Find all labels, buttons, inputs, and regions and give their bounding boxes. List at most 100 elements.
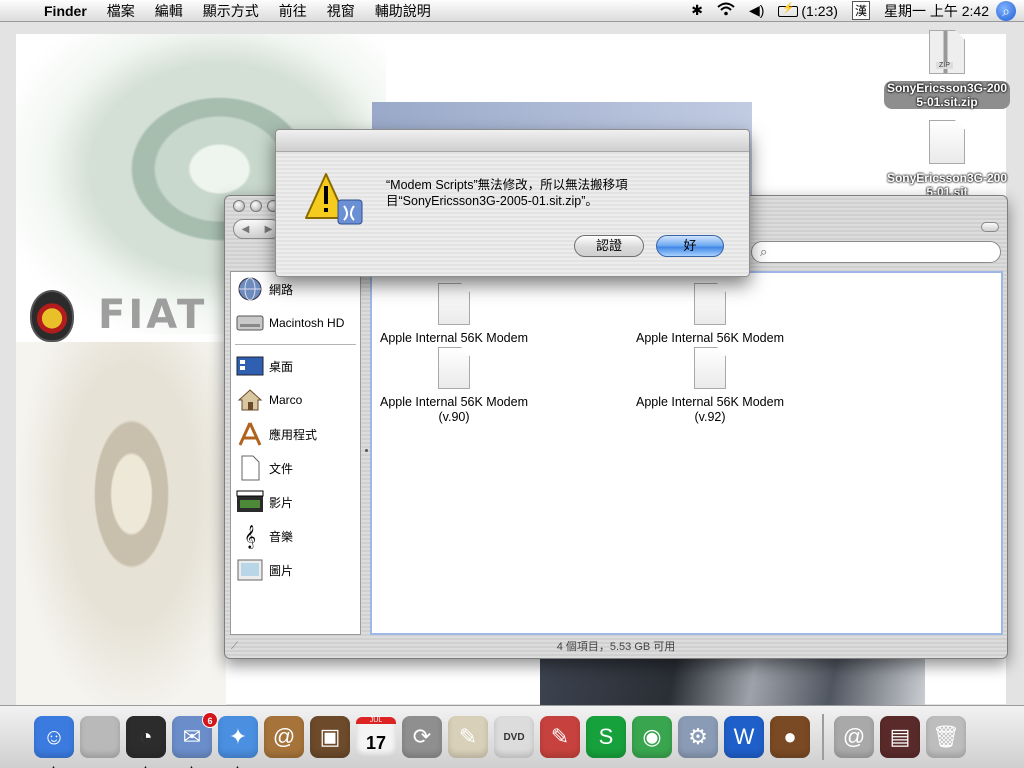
apple-icon[interactable] (80, 716, 120, 758)
spotlight-icon[interactable]: ⌕ (996, 0, 1016, 21)
back-forward-buttons[interactable]: ◀ ▶ (233, 219, 281, 239)
input-method-menu[interactable]: 漢 (851, 1, 870, 20)
zip-file-icon: ZIP (929, 30, 965, 74)
address-book-icon[interactable]: @ (264, 716, 304, 758)
music-icon: 𝄞 (244, 524, 256, 548)
document-icon (929, 120, 965, 164)
sidebar-item-label: 應用程式 (269, 427, 318, 442)
sidebar-item-movies[interactable]: 影片 (231, 485, 360, 519)
ok-button[interactable]: 好 (656, 235, 724, 257)
document-icon (694, 283, 726, 325)
ipod-icon[interactable]: DVD (494, 716, 534, 758)
alert-message-line: “Modem Scripts”無法修改，所以無法搬移項 (386, 178, 628, 192)
file-label: Apple Internal 56K Modem (v.90) (379, 395, 528, 424)
battery-time: (1:23) (801, 2, 838, 19)
finder-icon[interactable]: ☺ (34, 716, 74, 768)
sidebar-item-documents[interactable]: 文件 (231, 451, 360, 485)
file-item[interactable]: Apple Internal 56K Modem (334, 283, 574, 346)
trash-icon[interactable]: 🗑 (926, 716, 966, 758)
iphoto-icon[interactable]: ▣ (310, 716, 350, 758)
document-icon (438, 347, 470, 389)
file-item[interactable]: Apple Internal 56K Modem (v.90) (334, 347, 574, 425)
sidebar-item-label: 圖片 (269, 563, 294, 578)
sidebar-item-music[interactable]: 𝄞 音樂 (231, 519, 360, 553)
dashboard-icon[interactable]: ◔ (126, 716, 166, 768)
warning-icon (304, 170, 364, 230)
zip-tag: ZIP (936, 62, 953, 69)
sidebar-item-label: 網路 (269, 282, 294, 297)
automator-icon[interactable]: ⚙ (678, 716, 718, 758)
sidebar-item-pictures[interactable]: 圖片 (231, 553, 360, 587)
file-item[interactable]: Apple Internal 56K Modem (590, 283, 830, 346)
hard-drive-icon (235, 309, 265, 337)
status-bar: 4 個項目，5.53 GB 可用 (556, 641, 676, 653)
search-field[interactable]: ⌕ (751, 241, 1001, 263)
sidebar-item-label: 影片 (269, 495, 294, 510)
dock-item-label: DVD (503, 731, 525, 743)
menu-app-name[interactable]: Finder (40, 3, 97, 19)
document-icon (694, 347, 726, 389)
preview-icon[interactable]: ✎ (448, 716, 488, 758)
toolbar-toggle-button[interactable] (981, 222, 999, 232)
abarth-logo (30, 290, 74, 342)
ical-icon[interactable]: JUL 17 (356, 716, 396, 758)
minimize-button[interactable] (250, 200, 262, 212)
bluetooth-icon[interactable]: ✱ (684, 2, 710, 19)
pictures-icon (235, 556, 265, 584)
mail-at-icon[interactable]: @ (834, 716, 874, 758)
file-label: Apple Internal 56K Modem (v.92) (635, 395, 784, 424)
dictionary-icon[interactable]: ✎ (540, 716, 580, 758)
alert-message-line: 目“SonyEricsson3G-2005-01.sit.zip”。 (386, 194, 598, 208)
sidebar-item-label: 文件 (269, 461, 294, 476)
back-arrow-icon[interactable]: ◀ (242, 224, 250, 235)
desktop-item-label: SonyEricsson3G-200 5-01.sit.zip (883, 81, 1011, 109)
menu-view[interactable]: 顯示方式 (193, 1, 269, 21)
home-icon (235, 386, 265, 414)
screen-stack-icon[interactable]: ▤ (880, 716, 920, 758)
wallpaper-lower-image (16, 342, 226, 722)
menu-help[interactable]: 輔助說明 (365, 1, 441, 21)
desktop-icon (235, 352, 265, 380)
safari-icon[interactable]: ✦ (218, 716, 258, 768)
sidebar-item-label: 桌面 (269, 359, 294, 374)
movies-icon (235, 488, 265, 516)
battery-status[interactable]: (1:23) (771, 3, 845, 19)
authenticate-button[interactable]: 認證 (574, 235, 644, 257)
ical-month: JUL (356, 717, 396, 724)
ical-day: 17 (365, 733, 387, 753)
resize-grip-icon[interactable]: ⟋ (231, 641, 238, 652)
sync-icon[interactable]: ⟳ (402, 716, 442, 758)
applications-icon (235, 420, 265, 448)
menu-window[interactable]: 視窗 (317, 1, 365, 21)
wallpaper-fiat-text: FIAT (98, 292, 208, 338)
alert-dialog: “Modem Scripts”無法修改，所以無法搬移項 目“SonyEricss… (275, 129, 750, 277)
wifi-icon[interactable] (710, 2, 742, 19)
coconut-icon[interactable]: ● (770, 716, 810, 758)
unread-badge: 6 (202, 712, 218, 728)
menu-edit[interactable]: 編輯 (145, 1, 193, 21)
network-globe-icon (235, 275, 265, 303)
file-label: Apple Internal 56K Modem (379, 331, 528, 345)
file-item[interactable]: Apple Internal 56K Modem (v.92) (590, 347, 830, 425)
battery-icon (778, 3, 799, 17)
sidebar-item-label: Marco (269, 393, 303, 407)
file-browser: Apple Internal 56K Modem Apple Internal … (370, 271, 1003, 635)
adium-icon[interactable]: ◉ (632, 716, 672, 758)
desktop-item-zip[interactable]: ZIP SonyEricsson3G-200 5-01.sit.zip (872, 30, 1022, 109)
alert-message: “Modem Scripts”無法修改，所以無法搬移項 目“SonyEricss… (386, 177, 716, 209)
menu-clock[interactable]: 星期一 上午 2:42 (877, 1, 996, 21)
dock-separator (822, 714, 824, 760)
volume-icon[interactable]: ◀) (742, 2, 771, 19)
skype-icon[interactable]: S (586, 716, 626, 758)
desktop-item-sit[interactable]: SonyEricsson3G-200 5-01.sit (872, 120, 1022, 199)
close-button[interactable] (233, 200, 245, 212)
sidebar-item-label: 音樂 (269, 529, 294, 544)
word-icon[interactable]: W (724, 716, 764, 758)
window-controls (233, 200, 279, 212)
search-icon: ⌕ (760, 244, 768, 259)
menu-go[interactable]: 前往 (269, 1, 317, 21)
alert-titlebar (276, 130, 749, 152)
mail-icon[interactable]: ✉ 6 (172, 712, 218, 768)
menu-file[interactable]: 檔案 (97, 1, 145, 21)
forward-arrow-icon[interactable]: ▶ (265, 224, 273, 235)
